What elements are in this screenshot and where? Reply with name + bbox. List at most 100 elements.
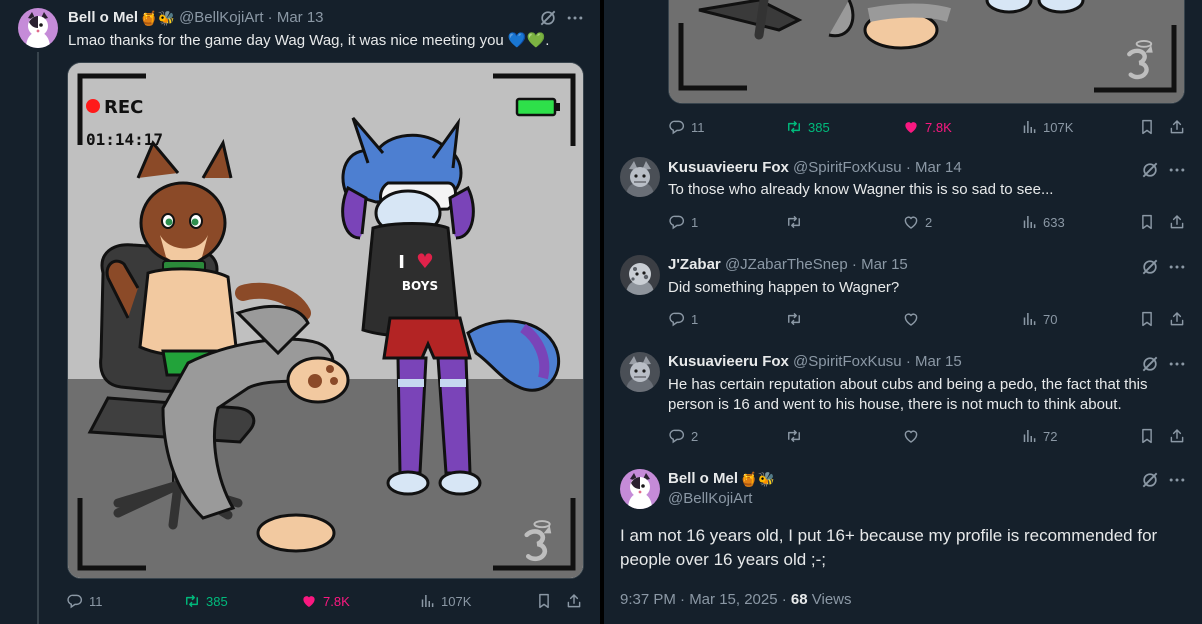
retweet-button[interactable] <box>785 310 803 328</box>
reply-button[interactable]: 11 <box>66 592 103 610</box>
views-icon <box>1020 118 1038 136</box>
views-count: 107K <box>441 593 472 609</box>
grok-icon[interactable] <box>538 8 558 28</box>
more-icon[interactable] <box>565 8 585 28</box>
author-handle[interactable]: @SpiritFoxKusu <box>793 353 902 370</box>
views-count: 633 <box>1043 214 1065 230</box>
reply-date[interactable]: · Mar 14 <box>906 159 962 176</box>
tweet-date[interactable]: · Mar 13 <box>268 9 324 26</box>
more-icon[interactable] <box>1167 354 1187 374</box>
reply-count: 11 <box>691 119 705 135</box>
like-count: 7.8K <box>925 119 952 135</box>
grok-icon[interactable] <box>1140 257 1160 277</box>
battery-icon <box>515 97 557 117</box>
reply-date[interactable]: · Mar 15 <box>906 353 962 370</box>
tweet-media-image[interactable]: I ♥ BOYS REC 01:14:17 <box>67 62 584 579</box>
focused-author-handle-row: @BellKojiArt <box>668 489 752 509</box>
share-button[interactable] <box>1168 118 1186 136</box>
avatar-bell-o-mel[interactable] <box>620 469 660 509</box>
reply-button[interactable]: 11 <box>668 118 705 136</box>
thread-connector-line <box>37 52 39 624</box>
share-icon <box>1168 310 1186 328</box>
reply-count: 1 <box>691 214 699 230</box>
reply-count: 2 <box>691 428 699 444</box>
retweet-button[interactable] <box>785 427 803 445</box>
right-thread-panel: 11 385 7.8K 107K Kusuavieeru Fox @Spirit… <box>604 0 1202 624</box>
retweet-button[interactable]: 385 <box>183 592 228 610</box>
retweet-count: 385 <box>206 593 228 609</box>
reply-button[interactable]: 1 <box>668 213 698 231</box>
author-handle[interactable]: @JZabarTheSnep <box>725 256 848 273</box>
grok-icon[interactable] <box>1140 470 1160 490</box>
reply-button[interactable]: 2 <box>668 427 698 445</box>
tweet-timestamp[interactable]: 9:37 PM · Mar 15, 2025 · <box>620 591 791 608</box>
more-icon[interactable] <box>1167 257 1187 277</box>
like-filled-icon <box>902 118 920 136</box>
retweet-icon <box>785 213 803 231</box>
bookmark-button[interactable] <box>1138 213 1156 231</box>
views-count: 107K <box>1043 119 1074 135</box>
focused-author-name-row: Bell o Mel 🍯🐝 <box>668 469 775 489</box>
reply-text: Did something happen to Wagner? <box>668 279 900 296</box>
illustration-crop <box>669 0 1184 103</box>
tweet-actions: 11 385 7.8K 107K <box>66 592 586 612</box>
like-button[interactable] <box>902 310 920 328</box>
views-count: 72 <box>1043 428 1058 444</box>
like-button[interactable] <box>902 427 920 445</box>
reply-button[interactable]: 1 <box>668 310 698 328</box>
share-icon <box>1168 118 1186 136</box>
more-icon[interactable] <box>1167 470 1187 490</box>
grok-icon[interactable] <box>1140 354 1160 374</box>
more-icon[interactable] <box>1167 160 1187 180</box>
share-button[interactable] <box>1168 310 1186 328</box>
reply-count: 1 <box>691 311 699 327</box>
like-count: 7.8K <box>323 593 350 609</box>
reply-text-line-1: He has certain reputation about cubs and… <box>668 376 1148 393</box>
views-button[interactable]: 70 <box>1020 310 1057 328</box>
reply-text: He has certain reputation about cubs and… <box>668 375 1193 415</box>
tweet-media-image-cropped[interactable] <box>668 0 1185 104</box>
avatar-kusuavieeru-fox[interactable] <box>620 352 660 392</box>
bookmark-button[interactable] <box>1138 310 1156 328</box>
reply-date[interactable]: · Mar 15 <box>852 256 908 273</box>
author-handle[interactable]: @BellKojiArt <box>668 490 752 507</box>
views-count: 70 <box>1043 311 1058 327</box>
views-button[interactable]: 107K <box>1020 118 1073 136</box>
retweet-button[interactable] <box>785 213 803 231</box>
reply-icon <box>66 592 84 610</box>
retweet-icon <box>183 592 201 610</box>
shirt-text-i: I <box>398 252 405 273</box>
grok-icon[interactable] <box>1140 160 1160 180</box>
like-button[interactable]: 7.8K <box>902 118 952 136</box>
views-button[interactable]: 633 <box>1020 213 1065 231</box>
retweet-button[interactable]: 385 <box>785 118 830 136</box>
reply-header: J'Zabar @JZabarTheSnep · Mar 15 <box>668 255 908 275</box>
share-button[interactable] <box>565 592 583 610</box>
bookmark-icon <box>535 592 553 610</box>
author-name[interactable]: Bell o Mel <box>68 9 138 26</box>
author-name[interactable]: J'Zabar <box>668 256 721 273</box>
share-button[interactable] <box>1168 213 1186 231</box>
avatar-kusuavieeru-fox[interactable] <box>620 157 660 197</box>
bookmark-button[interactable] <box>1138 427 1156 445</box>
views-button[interactable]: 107K <box>418 592 471 610</box>
retweet-icon <box>785 118 803 136</box>
share-button[interactable] <box>1168 427 1186 445</box>
bookmark-button[interactable] <box>1138 118 1156 136</box>
like-button[interactable]: 7.8K <box>300 592 350 610</box>
author-name[interactable]: Kusuavieeru Fox <box>668 353 789 370</box>
illustration: I ♥ BOYS REC 01:14:17 <box>68 63 583 578</box>
views-button[interactable]: 72 <box>1020 427 1057 445</box>
author-handle[interactable]: @SpiritFoxKusu <box>793 159 902 176</box>
like-button[interactable]: 2 <box>902 213 932 231</box>
author-name[interactable]: Kusuavieeru Fox <box>668 159 789 176</box>
reply-icon <box>668 213 686 231</box>
avatar-jzabar[interactable] <box>620 255 660 295</box>
focused-text-line-2: people over 16 years old ;-; <box>620 550 827 569</box>
author-handle[interactable]: @BellKojiArt <box>179 9 263 26</box>
top-tweet-actions: 11 385 7.8K 107K <box>668 118 1188 138</box>
bookmark-button[interactable] <box>535 592 553 610</box>
focused-text-line-1: I am not 16 years old, I put 16+ because… <box>620 526 1158 545</box>
avatar-bell-o-mel[interactable] <box>18 8 58 48</box>
author-name[interactable]: Bell o Mel <box>668 470 738 487</box>
